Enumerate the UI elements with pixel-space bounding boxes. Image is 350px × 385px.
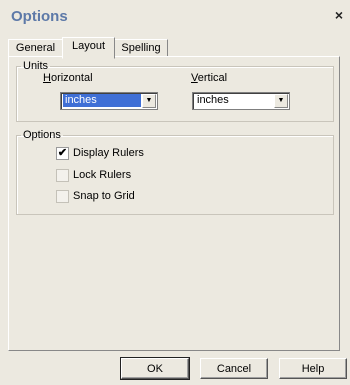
- options-dialog: Options × General Layout Spelling Units …: [0, 0, 350, 385]
- display-rulers-checkbox[interactable]: ✔: [56, 147, 69, 160]
- snap-to-grid-label[interactable]: Snap to Grid: [73, 190, 135, 202]
- lock-rulers-label[interactable]: Lock Rulers: [73, 169, 131, 181]
- options-legend: Options: [23, 129, 61, 141]
- horizontal-label: Horizontal: [43, 72, 93, 84]
- lock-rulers-checkbox[interactable]: [56, 169, 69, 182]
- dialog-title: Options: [11, 8, 68, 25]
- tab-spelling[interactable]: Spelling: [114, 39, 168, 57]
- cancel-button[interactable]: Cancel: [200, 358, 268, 379]
- display-rulers-label[interactable]: Display Rulers: [73, 147, 144, 159]
- snap-to-grid-checkbox[interactable]: [56, 190, 69, 203]
- tab-layout[interactable]: Layout: [62, 37, 115, 59]
- ok-button[interactable]: OK: [120, 357, 190, 380]
- units-group: Units: [16, 60, 334, 122]
- horizontal-units-select[interactable]: inches ▼: [60, 92, 158, 110]
- vertical-units-select[interactable]: inches ▼: [192, 92, 290, 110]
- close-icon[interactable]: ×: [332, 8, 346, 22]
- tab-general[interactable]: General: [8, 39, 63, 57]
- chevron-down-icon[interactable]: ▼: [142, 94, 156, 108]
- help-button[interactable]: Help: [279, 358, 347, 379]
- chevron-down-icon[interactable]: ▼: [274, 94, 288, 108]
- vertical-units-value: inches: [197, 94, 229, 106]
- title-bar[interactable]: Options ×: [0, 0, 350, 32]
- vertical-label: Vertical: [191, 72, 228, 84]
- units-legend: Units: [23, 60, 49, 72]
- layout-tab-panel: Units Horizontal inches ▼ Vertical inche…: [8, 56, 340, 351]
- horizontal-units-value: inches: [63, 94, 141, 107]
